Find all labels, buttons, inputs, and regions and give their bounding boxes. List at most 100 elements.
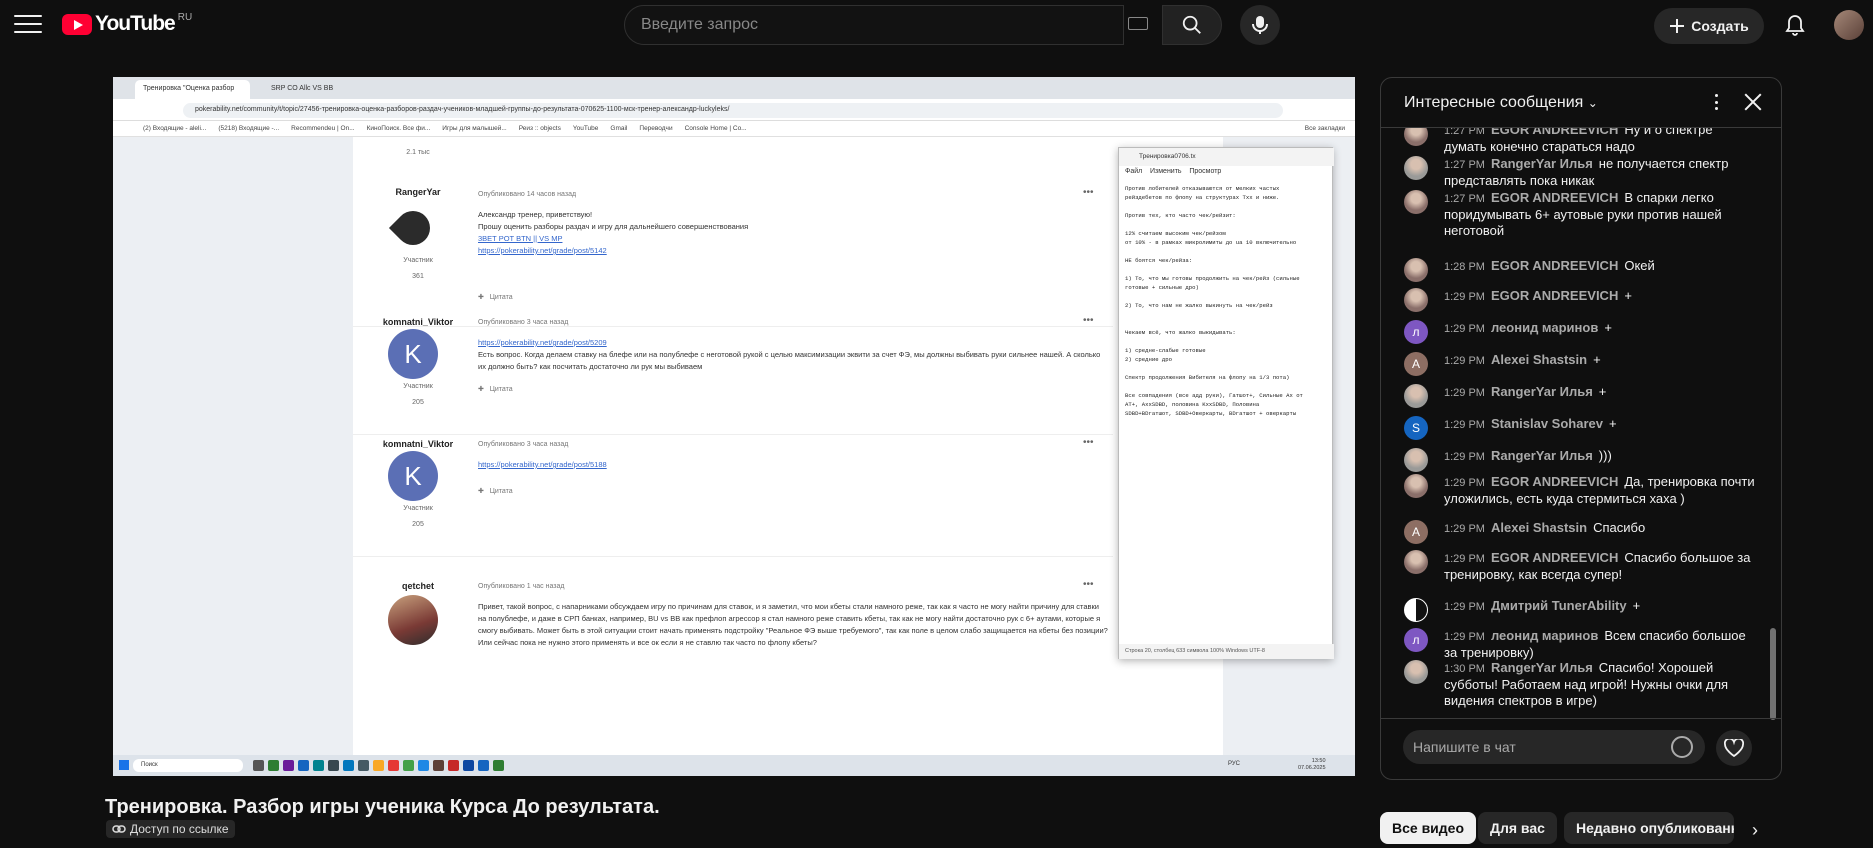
chip-for-you[interactable]: Для вас [1478, 812, 1557, 844]
bookmarks-bar: (2) Входящие - aleli... (5218) Входящие -… [113, 121, 1355, 137]
emoji-icon[interactable] [1671, 736, 1693, 758]
user-avatar [388, 203, 438, 253]
message-author[interactable]: EGOR ANDREEVICH [1491, 550, 1618, 565]
heart-button[interactable] [1716, 730, 1752, 766]
notepad-window: Тренировка0706.tx Файл Изменить Просмотр… [1118, 147, 1334, 659]
chat-input[interactable]: Напишите в чат [1403, 730, 1705, 764]
chat-avatar[interactable]: S [1404, 416, 1428, 440]
video-title: Тренировка. Разбор игры ученика Курса До… [105, 796, 660, 818]
chat-avatar[interactable] [1404, 448, 1428, 472]
message-author[interactable]: EGOR ANDREEVICH [1491, 258, 1618, 273]
visibility-label: Доступ по ссылке [130, 822, 229, 836]
chat-message: л 1:29 PM леонид маринов + [1404, 320, 1756, 344]
close-icon[interactable] [1743, 92, 1763, 112]
message-author[interactable]: Alexei Shastsin [1491, 520, 1587, 535]
more-options-icon[interactable] [1706, 92, 1726, 112]
search-input[interactable]: Введите запрос [624, 5, 1124, 45]
search-button[interactable] [1162, 5, 1222, 45]
chat-message: 1:27 PM EGOR ANDREEVICH В спарки легко пор… [1404, 190, 1756, 239]
plus-icon [1670, 19, 1685, 33]
forum-page: 2.1 тыс RangerYar Участник 361 Опубликов… [353, 137, 1223, 755]
browser-url: pokerability.net/community/t/topic/27456… [183, 103, 1283, 118]
search-placeholder: Введите запрос [641, 16, 758, 33]
chat-avatar[interactable] [1404, 660, 1428, 684]
message-time: 1:27 PM [1444, 193, 1485, 205]
menu-button[interactable] [14, 13, 42, 35]
bell-icon [1785, 15, 1805, 36]
chat-avatar[interactable] [1404, 598, 1428, 622]
message-author[interactable]: EGOR ANDREEVICH [1491, 288, 1618, 303]
youtube-play-icon [62, 13, 92, 35]
chat-avatar[interactable]: л [1404, 628, 1428, 652]
chat-avatar[interactable] [1404, 288, 1428, 312]
chat-avatar[interactable] [1404, 128, 1428, 146]
message-time: 1:29 PM [1444, 523, 1485, 535]
message-author[interactable]: EGOR ANDREEVICH [1491, 128, 1618, 137]
chat-message: 1:29 PM EGOR ANDREEVICH + [1404, 288, 1756, 312]
message-text: + [1632, 598, 1641, 613]
forum-post: komnatni_Viktor K Участник 205 Опубликов… [353, 315, 1113, 435]
message-time: 1:29 PM [1444, 323, 1485, 335]
message-author[interactable]: леонид маринов [1491, 320, 1598, 335]
message-time: 1:29 PM [1444, 451, 1485, 463]
chat-avatar[interactable] [1404, 550, 1428, 574]
notifications-button[interactable] [1782, 12, 1808, 38]
message-author[interactable]: RangerYar Илья [1491, 660, 1593, 675]
chip-recently-uploaded[interactable]: Недавно опубликованн [1564, 812, 1734, 844]
visibility-badge: Доступ по ссылке [106, 820, 235, 838]
chat-avatar[interactable] [1404, 474, 1428, 498]
chat-header: Интересные сообщения ⌄ [1381, 78, 1781, 128]
chat-scrollbar[interactable] [1770, 628, 1776, 720]
message-text: Спасибо [1593, 520, 1646, 535]
message-author[interactable]: Дмитрий TunerAbility [1491, 598, 1627, 613]
message-text: + [1598, 384, 1607, 399]
message-time: 1:27 PM [1444, 128, 1485, 137]
chat-avatar[interactable] [1404, 190, 1428, 214]
chevron-down-icon: ⌄ [1587, 96, 1598, 110]
message-author[interactable]: RangerYar Илья [1491, 384, 1593, 399]
microphone-icon [1252, 16, 1268, 34]
message-time: 1:29 PM [1444, 387, 1485, 399]
windows-start-icon [119, 760, 129, 770]
video-player[interactable]: Тренировка "Оценка разбор SRP CO Allc VS… [113, 77, 1355, 776]
chip-all-videos[interactable]: Все видео [1380, 812, 1477, 844]
message-author[interactable]: леонид маринов [1491, 628, 1598, 643]
chat-avatar[interactable]: л [1404, 320, 1428, 344]
chat-avatar[interactable] [1404, 156, 1428, 180]
chat-message: 1:27 PM EGOR ANDREEVICH Ну и о спектре дум… [1404, 128, 1756, 155]
forum-post: komnatni_Viktor K Участник 205 Опубликов… [353, 437, 1113, 557]
chat-message: 1:29 PM EGOR ANDREEVICH Спасибо большое за… [1404, 550, 1756, 583]
message-text: Окей [1624, 258, 1655, 273]
message-author[interactable]: RangerYar Илья [1491, 156, 1593, 171]
message-author[interactable]: RangerYar Илья [1491, 448, 1593, 463]
chat-avatar[interactable] [1404, 384, 1428, 408]
chat-mode-dropdown[interactable]: Интересные сообщения ⌄ [1404, 94, 1598, 112]
message-author[interactable]: Stanislav Soharev [1491, 416, 1603, 431]
browser-tab: SRP CO Allc VS BB [271, 85, 334, 92]
youtube-logo[interactable]: YouTube RU [62, 12, 192, 36]
message-author[interactable]: EGOR ANDREEVICH [1491, 190, 1618, 205]
user-avatar: K [388, 451, 438, 501]
chat-message: 1:29 PM RangerYar Илья))) [1404, 448, 1756, 472]
message-time: 1:28 PM [1444, 261, 1485, 273]
message-text: + [1624, 288, 1632, 303]
message-time: 1:29 PM [1444, 355, 1485, 367]
message-time: 1:29 PM [1444, 553, 1485, 565]
user-avatar: K [388, 329, 438, 379]
create-button[interactable]: Создать [1654, 8, 1764, 44]
voice-search-button[interactable] [1240, 5, 1280, 45]
chat-message: 1:28 PM EGOR ANDREEVICH Окей [1404, 258, 1756, 282]
chat-avatar[interactable]: A [1404, 352, 1428, 376]
chat-message: л 1:29 PM леонид маринов Всем спасибо больш… [1404, 628, 1756, 661]
message-time: 1:30 PM [1444, 663, 1485, 675]
user-avatar [388, 595, 438, 645]
forum-post: RangerYar Участник 361 Опубликовано 14 ч… [353, 177, 1113, 327]
chat-avatar[interactable] [1404, 258, 1428, 282]
message-author[interactable]: EGOR ANDREEVICH [1491, 474, 1618, 489]
message-author[interactable]: Alexei Shastsin [1491, 352, 1587, 367]
chevron-right-icon[interactable]: › [1752, 820, 1758, 841]
chat-message: S 1:29 PM Stanislav Soharev + [1404, 416, 1756, 440]
keyboard-icon[interactable] [1128, 17, 1148, 30]
chat-avatar[interactable]: A [1404, 520, 1428, 544]
account-avatar[interactable] [1834, 10, 1864, 40]
